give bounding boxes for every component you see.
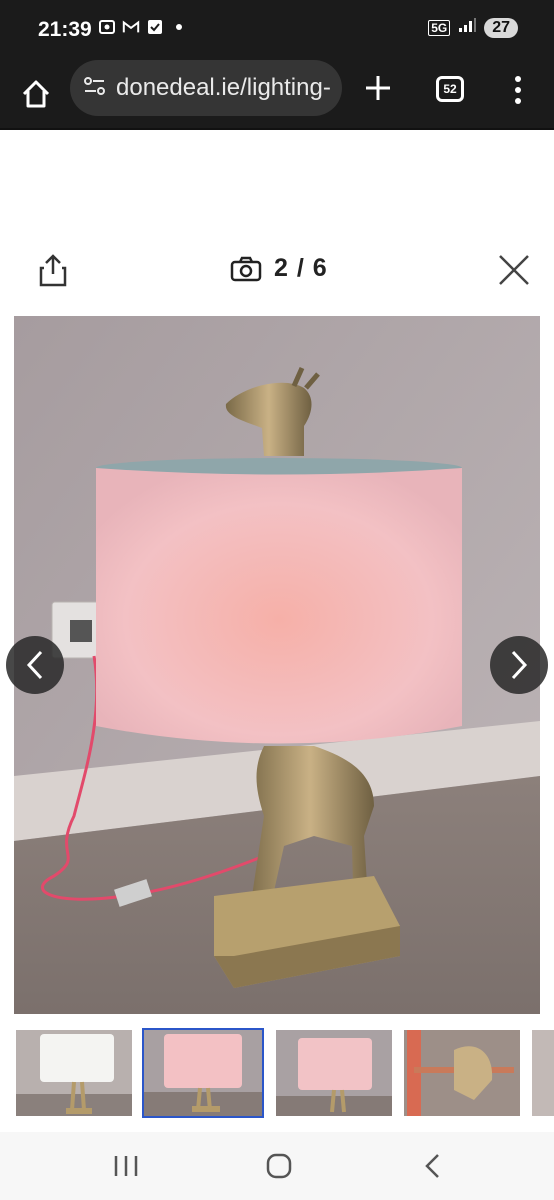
status-time: 21:39 — [38, 18, 92, 41]
thumbnail-strip[interactable] — [14, 1028, 554, 1120]
plus-icon — [366, 76, 390, 100]
checkbox-icon — [146, 18, 164, 36]
dot-icon — [170, 18, 188, 36]
share-button[interactable] — [36, 252, 70, 288]
listing-photo[interactable] — [14, 316, 540, 1014]
thumbnail-1[interactable] — [14, 1028, 134, 1118]
viewer-toolbar: 2 / 6 — [0, 240, 554, 300]
thumbnail-5[interactable] — [530, 1028, 554, 1118]
previous-photo-button[interactable] — [6, 636, 64, 694]
tab-switcher-button[interactable]: 52 — [436, 76, 464, 102]
back-button[interactable] — [414, 1150, 454, 1182]
signal-icon — [458, 17, 477, 38]
thumbnail-2[interactable] — [142, 1028, 264, 1118]
notification-icons — [98, 18, 188, 36]
browser-toolbar: donedeal.ie/lighting- 52 — [0, 60, 554, 130]
battery-level: 27 — [484, 17, 518, 38]
system-nav-bar — [0, 1132, 554, 1200]
home-button[interactable] — [16, 74, 56, 114]
share-icon — [39, 254, 67, 287]
home-circle-icon — [266, 1153, 292, 1179]
status-right: 5G 27 — [428, 17, 518, 38]
photo-counter-text: 2 / 6 — [274, 254, 328, 282]
recent-apps-icon — [114, 1156, 138, 1176]
chevron-right-icon — [511, 650, 528, 680]
more-menu-button[interactable] — [506, 72, 530, 108]
gmail-icon — [122, 18, 140, 36]
back-chevron-icon — [425, 1154, 439, 1178]
screen-record-icon — [98, 18, 116, 36]
next-photo-button[interactable] — [490, 636, 548, 694]
giraffe-lamp-photo — [14, 316, 540, 1014]
url-text: donedeal.ie/lighting- — [116, 74, 331, 101]
home-icon — [22, 80, 50, 108]
address-bar[interactable]: donedeal.ie/lighting- — [70, 60, 342, 116]
thumbnail-4[interactable] — [402, 1028, 522, 1118]
camera-icon — [230, 256, 262, 281]
recent-apps-button[interactable] — [106, 1150, 146, 1182]
close-button[interactable] — [496, 252, 532, 288]
toolbar-divider — [0, 128, 554, 130]
photo-counter: 2 / 6 — [230, 254, 328, 283]
close-icon — [499, 255, 529, 285]
thumbnail-3[interactable] — [274, 1028, 394, 1118]
home-nav-button[interactable] — [259, 1150, 299, 1182]
site-settings-icon[interactable] — [82, 73, 108, 104]
chevron-left-icon — [26, 650, 43, 680]
network-type: 5G — [428, 19, 451, 36]
new-tab-button[interactable] — [358, 68, 398, 108]
status-bar: 21:39 5G 27 — [0, 0, 554, 60]
